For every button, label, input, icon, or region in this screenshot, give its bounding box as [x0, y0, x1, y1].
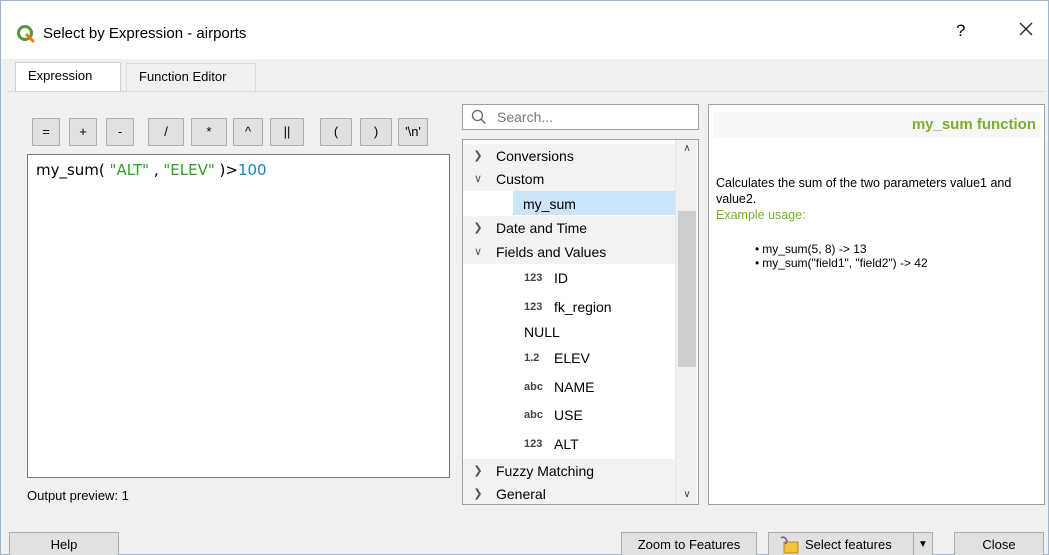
operator-close-paren-button[interactable]: )	[360, 118, 392, 146]
expr-token-field-alt: "ALT"	[104, 161, 150, 179]
tab-expression[interactable]: Expression	[15, 62, 121, 92]
tree-label: ELEV	[554, 350, 590, 366]
function-tree: ❯ Conversions ∨ Custom my_sum ❯ Date and…	[462, 139, 699, 505]
integer-type-icon: 123	[524, 301, 543, 313]
chevron-right-icon[interactable]: ❯	[471, 459, 485, 483]
help-example-item: my_sum(5, 8) -> 13	[755, 242, 928, 256]
scroll-up-icon[interactable]: ∧	[676, 140, 698, 158]
operator-divide-button[interactable]: /	[148, 118, 184, 146]
chevron-right-icon[interactable]: ❯	[471, 482, 485, 504]
help-description: Calculates the sum of the two parameters…	[716, 176, 1012, 206]
tree-label: USE	[554, 407, 583, 423]
search-input[interactable]	[497, 107, 692, 127]
chevron-right-icon[interactable]: ❯	[471, 144, 485, 168]
expr-token-separator: ,	[149, 161, 159, 179]
tree-field-alt[interactable]: 123 ALT	[463, 432, 676, 456]
tree-group-custom[interactable]: ∨ Custom	[463, 167, 676, 191]
window-title: Select by Expression - airports	[43, 25, 247, 42]
help-example-list: my_sum(5, 8) -> 13 my_sum("field1", "fie…	[755, 242, 928, 270]
tree-group-fields-and-values[interactable]: ∨ Fields and Values	[463, 240, 676, 264]
operator-concat-button[interactable]: ||	[270, 118, 304, 146]
tree-label: ALT	[554, 436, 579, 452]
close-button[interactable]: Close	[954, 532, 1044, 555]
operator-newline-button[interactable]: '\n'	[398, 118, 428, 146]
select-features-button[interactable]: Select features ▼	[768, 532, 933, 555]
qgis-logo-icon	[17, 25, 35, 43]
tree-field-elev[interactable]: 1.2 ELEV	[463, 346, 676, 370]
output-preview: Output preview: 1	[27, 488, 129, 503]
tree-label: my_sum	[523, 196, 576, 212]
help-example-item: my_sum("field1", "field2") -> 42	[755, 256, 927, 270]
operator-minus-button[interactable]: -	[106, 118, 134, 146]
tree-field-name[interactable]: abc NAME	[463, 375, 676, 399]
string-type-icon: abc	[524, 381, 543, 393]
zoom-to-features-button[interactable]: Zoom to Features	[621, 532, 757, 555]
operator-power-button[interactable]: ^	[233, 118, 263, 146]
tab-function-editor[interactable]: Function Editor	[126, 63, 256, 91]
expr-token-field-elev: "ELEV"	[158, 161, 215, 179]
operator-open-paren-button[interactable]: (	[320, 118, 352, 146]
select-features-label: Select features	[805, 537, 892, 552]
operator-equals-button[interactable]: =	[32, 118, 60, 146]
dropdown-arrow-icon[interactable]: ▼	[913, 533, 932, 555]
help-example-label: Example usage:	[716, 208, 806, 222]
tree-label: Date and Time	[496, 220, 588, 236]
tree-label: Fields and Values	[496, 244, 607, 260]
tree-field-use[interactable]: abc USE	[463, 403, 676, 427]
close-icon[interactable]	[1014, 17, 1038, 41]
tree-label: General	[496, 486, 546, 502]
output-preview-value: 1	[121, 488, 129, 503]
tree-item-my-sum[interactable]: my_sum	[513, 191, 676, 215]
expr-token-number: 100	[237, 161, 267, 179]
tree-label: Conversions	[496, 148, 574, 164]
scroll-down-icon[interactable]: ∨	[676, 486, 698, 504]
expr-token-operator: )>	[214, 161, 238, 179]
tree-field-id[interactable]: 123 ID	[463, 266, 676, 290]
scrollbar-thumb[interactable]	[678, 211, 696, 367]
tree-group-date-and-time[interactable]: ❯ Date and Time	[463, 216, 676, 240]
operator-multiply-button[interactable]: *	[191, 118, 227, 146]
chevron-down-icon[interactable]: ∨	[471, 167, 485, 191]
tree-group-conversions[interactable]: ❯ Conversions	[463, 144, 676, 168]
function-help-panel: my_sum function Calculates the sum of th…	[708, 104, 1045, 505]
context-help-button[interactable]: ?	[956, 21, 965, 41]
search-icon	[471, 109, 486, 124]
tree-label: Fuzzy Matching	[496, 463, 595, 479]
function-search-box[interactable]	[462, 104, 699, 130]
tree-scrollbar[interactable]: ∧ ∨	[675, 140, 697, 504]
expression-editor[interactable]: my_sum( "ALT" , "ELEV" )>100	[27, 154, 450, 478]
tree-label: NULL	[524, 324, 560, 340]
select-expression-icon	[780, 536, 799, 554]
tree-label: ID	[554, 270, 568, 286]
title-bar: Select by Expression - airports ?	[1, 1, 1048, 59]
operator-plus-button[interactable]: +	[69, 118, 97, 146]
tree-label: NAME	[554, 379, 595, 395]
integer-type-icon: 123	[524, 272, 543, 284]
expr-token-function: my_sum(	[36, 161, 105, 179]
tree-item-null[interactable]: NULL	[463, 320, 676, 344]
tree-label: Custom	[496, 171, 545, 187]
tree-label: fk_region	[554, 299, 612, 315]
chevron-right-icon[interactable]: ❯	[471, 216, 485, 240]
output-preview-label: Output preview:	[27, 488, 119, 503]
decimal-type-icon: 1.2	[524, 352, 540, 364]
help-button[interactable]: Help	[9, 532, 119, 555]
tree-group-general[interactable]: ❯ General	[463, 482, 676, 504]
tree-group-fuzzy-matching[interactable]: ❯ Fuzzy Matching	[463, 459, 676, 483]
dialog-window: Select by Expression - airports ? Expres…	[0, 0, 1049, 555]
help-heading: my_sum function	[713, 112, 1042, 138]
tree-field-fk-region[interactable]: 123 fk_region	[463, 295, 676, 319]
integer-type-icon: 123	[524, 438, 543, 450]
chevron-down-icon[interactable]: ∨	[471, 240, 485, 264]
string-type-icon: abc	[524, 409, 543, 421]
